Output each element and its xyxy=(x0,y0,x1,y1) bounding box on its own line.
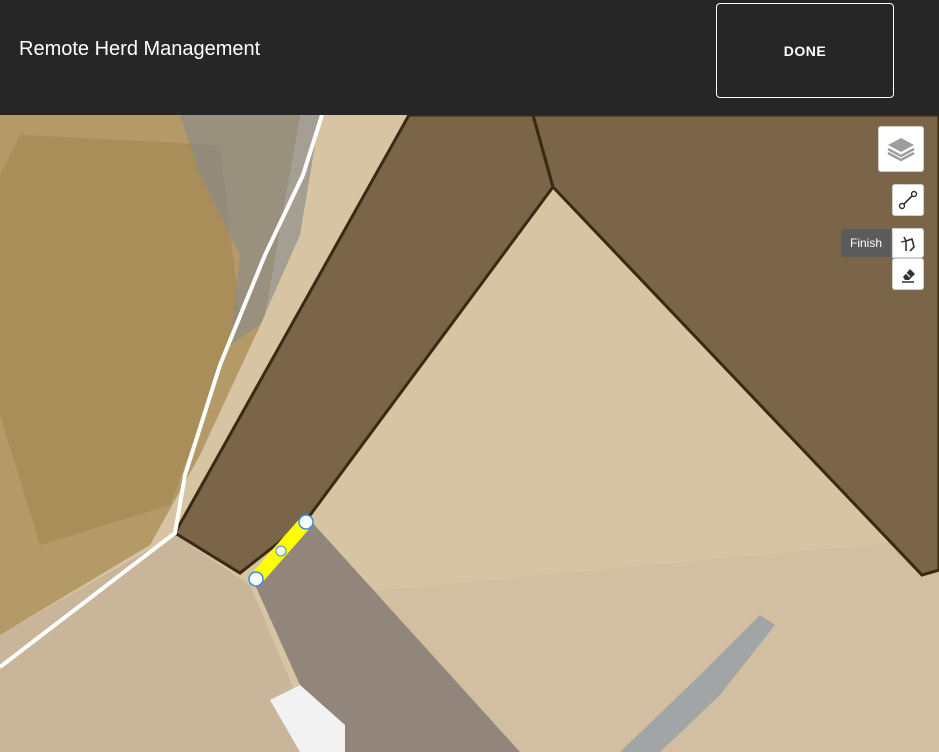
finish-control[interactable] xyxy=(892,228,924,258)
page-title: Remote Herd Management xyxy=(19,38,261,60)
segment-start-vertex[interactable] xyxy=(248,571,264,587)
draw-line-control[interactable] xyxy=(892,184,924,216)
finish-tooltip: Finish xyxy=(841,229,892,257)
eraser-icon xyxy=(902,269,915,283)
app-header: Remote Herd Management DONE xyxy=(0,0,939,115)
polyline-icon xyxy=(898,190,918,210)
satellite-map[interactable] xyxy=(0,115,939,752)
map-canvas[interactable] xyxy=(0,115,939,752)
segment-end-vertex[interactable] xyxy=(298,514,314,530)
done-button[interactable]: DONE xyxy=(716,3,894,98)
layers-icon xyxy=(887,138,915,162)
hand-pointer-icon xyxy=(900,236,915,252)
layers-control[interactable] xyxy=(878,126,924,172)
segment-midpoint-vertex[interactable] xyxy=(275,545,287,557)
erase-control[interactable] xyxy=(892,258,924,290)
